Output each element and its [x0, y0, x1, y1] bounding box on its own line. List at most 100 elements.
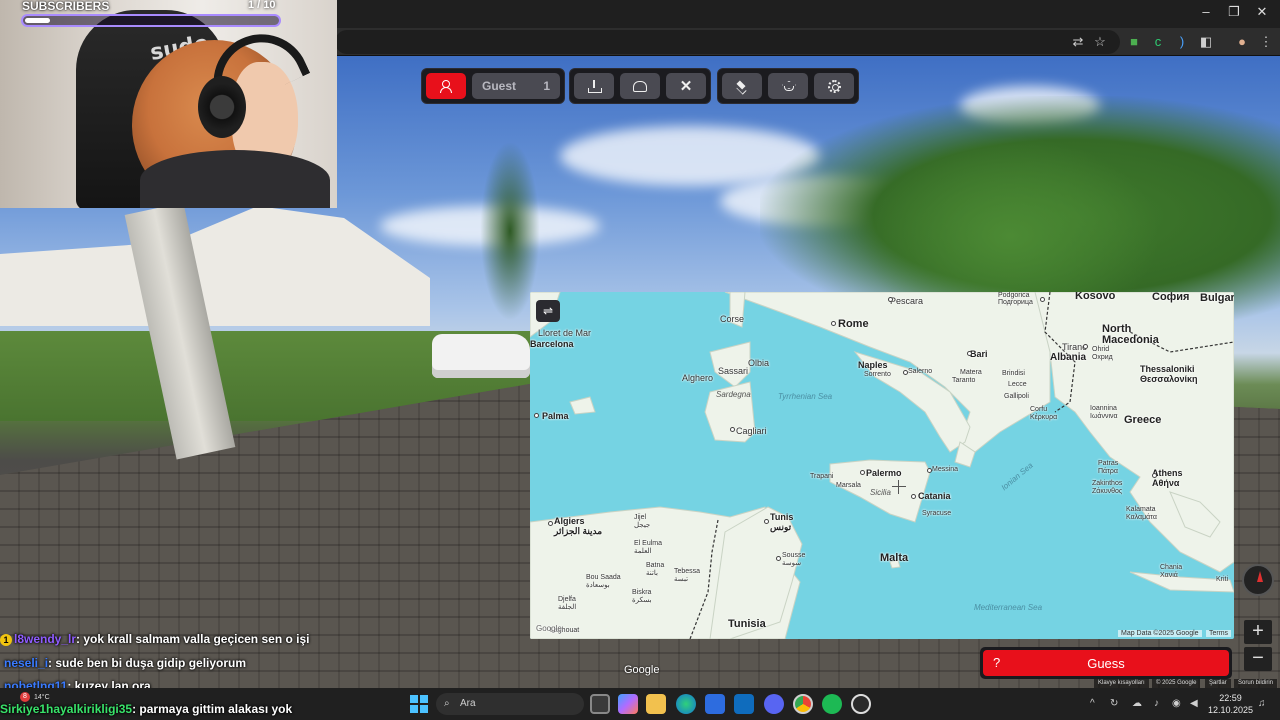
extension-audio-icon[interactable]: ) [1174, 34, 1190, 50]
map-label: Patras Πάτρα [1098, 460, 1119, 475]
chat-username: l8wendy_lr [14, 632, 77, 646]
file-explorer-icon[interactable] [646, 694, 666, 714]
map-label: Syracuse [922, 510, 952, 517]
volume-icon[interactable]: ◀ [1190, 698, 1198, 709]
subscribers-progress-bar [21, 14, 281, 27]
subscribers-progress-fill [25, 18, 51, 23]
spotify-icon[interactable] [822, 694, 842, 714]
tray-sync-icon[interactable]: ↻ [1110, 698, 1118, 709]
extensions-puzzle-icon[interactable]: ◧ [1198, 34, 1214, 50]
parked-car [432, 334, 530, 378]
microphone-icon[interactable]: ♪ [1154, 698, 1159, 709]
help-icon[interactable]: ? [993, 655, 1000, 670]
zoom-out-button[interactable]: − [1244, 647, 1272, 671]
map-label: Pescara [890, 296, 924, 306]
task-view-icon[interactable] [590, 694, 610, 714]
map-label: Greece [1124, 414, 1162, 426]
copilot-icon[interactable] [618, 694, 638, 714]
map-size-toggle-button[interactable]: ⇌ [536, 300, 560, 322]
browser-menu-icon[interactable]: ⋮ [1258, 34, 1274, 50]
map-label: Taranto [952, 377, 976, 384]
settings-button[interactable] [814, 73, 854, 99]
tools-cross-icon: ✕ [679, 77, 693, 95]
outlook-icon[interactable] [734, 694, 754, 714]
church-building [0, 206, 430, 326]
map-label: Chania Χανιά [1160, 564, 1183, 579]
map-label: Batna باتنة [646, 562, 665, 577]
guess-button[interactable]: ? Guess [983, 650, 1229, 676]
map-label: Ioannina Ιωάννινα [1090, 405, 1118, 420]
zoom-in-button[interactable]: + [1244, 620, 1272, 644]
tools-button[interactable]: ✕ [666, 73, 706, 99]
map-label: Podgorica Подгорица [998, 292, 1033, 306]
map-label: Bou Saada بوسعادة [586, 574, 621, 589]
guest-count: 1 [543, 79, 550, 93]
add-player-button[interactable] [426, 73, 466, 99]
map-label: София [1152, 292, 1190, 303]
chat-username: neseli_i [4, 656, 49, 670]
map-label: Lecce [1008, 381, 1027, 388]
map-terms-link[interactable]: Terms [1206, 630, 1232, 637]
profile-avatar-icon[interactable]: ● [1234, 34, 1250, 50]
map-label: Mediterranean Sea [974, 603, 1043, 612]
discord-icon[interactable] [764, 694, 784, 714]
guest-label: Guest [482, 79, 517, 93]
map-label: Palma [542, 411, 569, 421]
layers-button[interactable] [722, 73, 762, 99]
guess-map[interactable]: ⇌ Pescara Podgorica Подгорица Kosovo Соф… [530, 292, 1234, 639]
map-label: Barcelona [530, 339, 574, 349]
search-icon: ⌕ [444, 698, 450, 709]
party-button[interactable] [620, 73, 660, 99]
chrome-icon[interactable] [793, 694, 813, 714]
report-problem-link[interactable]: Sorun bildirin [1234, 679, 1278, 688]
map-label: Salerno [908, 368, 933, 375]
taskbar-search-box[interactable]: ⌕ Ara [436, 693, 584, 715]
address-bar[interactable] [335, 30, 1120, 54]
settings-toolbar [717, 68, 859, 104]
chat-text: : yok krall salmam valla geçicen sen o i… [76, 632, 310, 646]
store-icon[interactable] [705, 694, 725, 714]
obs-icon[interactable] [851, 694, 871, 714]
player-toolbar: Guest 1 [421, 68, 565, 104]
map-label: Kosovo [1075, 292, 1116, 302]
map-label: Trapani [810, 473, 834, 480]
taskbar-clock[interactable]: 22:59 12.10.2025 [1208, 692, 1253, 716]
notifications-bell-icon[interactable]: ♫ [1258, 698, 1266, 709]
bookmark-star-icon[interactable]: ☆ [1092, 34, 1108, 50]
screen: – ❐ ✕ ⇄ ☆ ■ c ) ◧ ● ⋮ Google + − Klavye … [0, 0, 1280, 720]
edge-icon[interactable] [676, 694, 696, 714]
map-label: Olbia [748, 358, 770, 368]
map-label: Tunisia [728, 618, 766, 630]
weather-temperature[interactable]: 14°C [34, 694, 50, 701]
chat-message: neseli_i: sude ben bi duşa gidip geliyor… [4, 656, 246, 670]
close-window-icon[interactable]: ✕ [1252, 4, 1272, 20]
map-label: Brindisi [1002, 370, 1025, 377]
minimize-icon[interactable]: – [1196, 4, 1216, 19]
map-label: Marsala [836, 482, 861, 489]
map-label: Rome [838, 318, 869, 330]
map-label: Tyrrhenian Sea [778, 392, 833, 401]
restore-icon[interactable]: ❐ [1224, 4, 1244, 20]
compass-icon[interactable] [1242, 564, 1274, 596]
terms-link[interactable]: Şartlar [1205, 679, 1231, 688]
map-label: Biskra بسكرة [632, 589, 652, 604]
google-watermark: Google [624, 664, 660, 676]
tray-cloud-icon[interactable]: ☁ [1132, 698, 1142, 709]
map-label: Corfu Κέρκυρα [1030, 406, 1058, 421]
chat-message: Sirkiye1hayalkirikligi35: parmaya gittim… [0, 702, 292, 716]
extension-c-icon[interactable]: c [1150, 34, 1166, 50]
extension-icon[interactable]: ■ [1126, 34, 1142, 50]
windows-start-icon[interactable] [410, 695, 428, 713]
learn-button[interactable] [768, 73, 808, 99]
share-button[interactable] [574, 73, 614, 99]
map-label: Jijel جيجل [634, 514, 651, 529]
translate-icon[interactable]: ⇄ [1070, 34, 1086, 50]
upload-icon [588, 80, 602, 93]
clock-date: 12.10.2025 [1208, 705, 1254, 715]
keyboard-shortcuts-link[interactable]: Klavye kısayolları [1094, 679, 1149, 688]
map-label: Sassari [718, 366, 749, 376]
guest-player-box[interactable]: Guest 1 [472, 73, 560, 99]
tray-overflow-icon[interactable]: ^ [1090, 698, 1095, 709]
network-icon[interactable]: ◉ [1172, 698, 1181, 709]
map-label: Corse [720, 314, 745, 324]
